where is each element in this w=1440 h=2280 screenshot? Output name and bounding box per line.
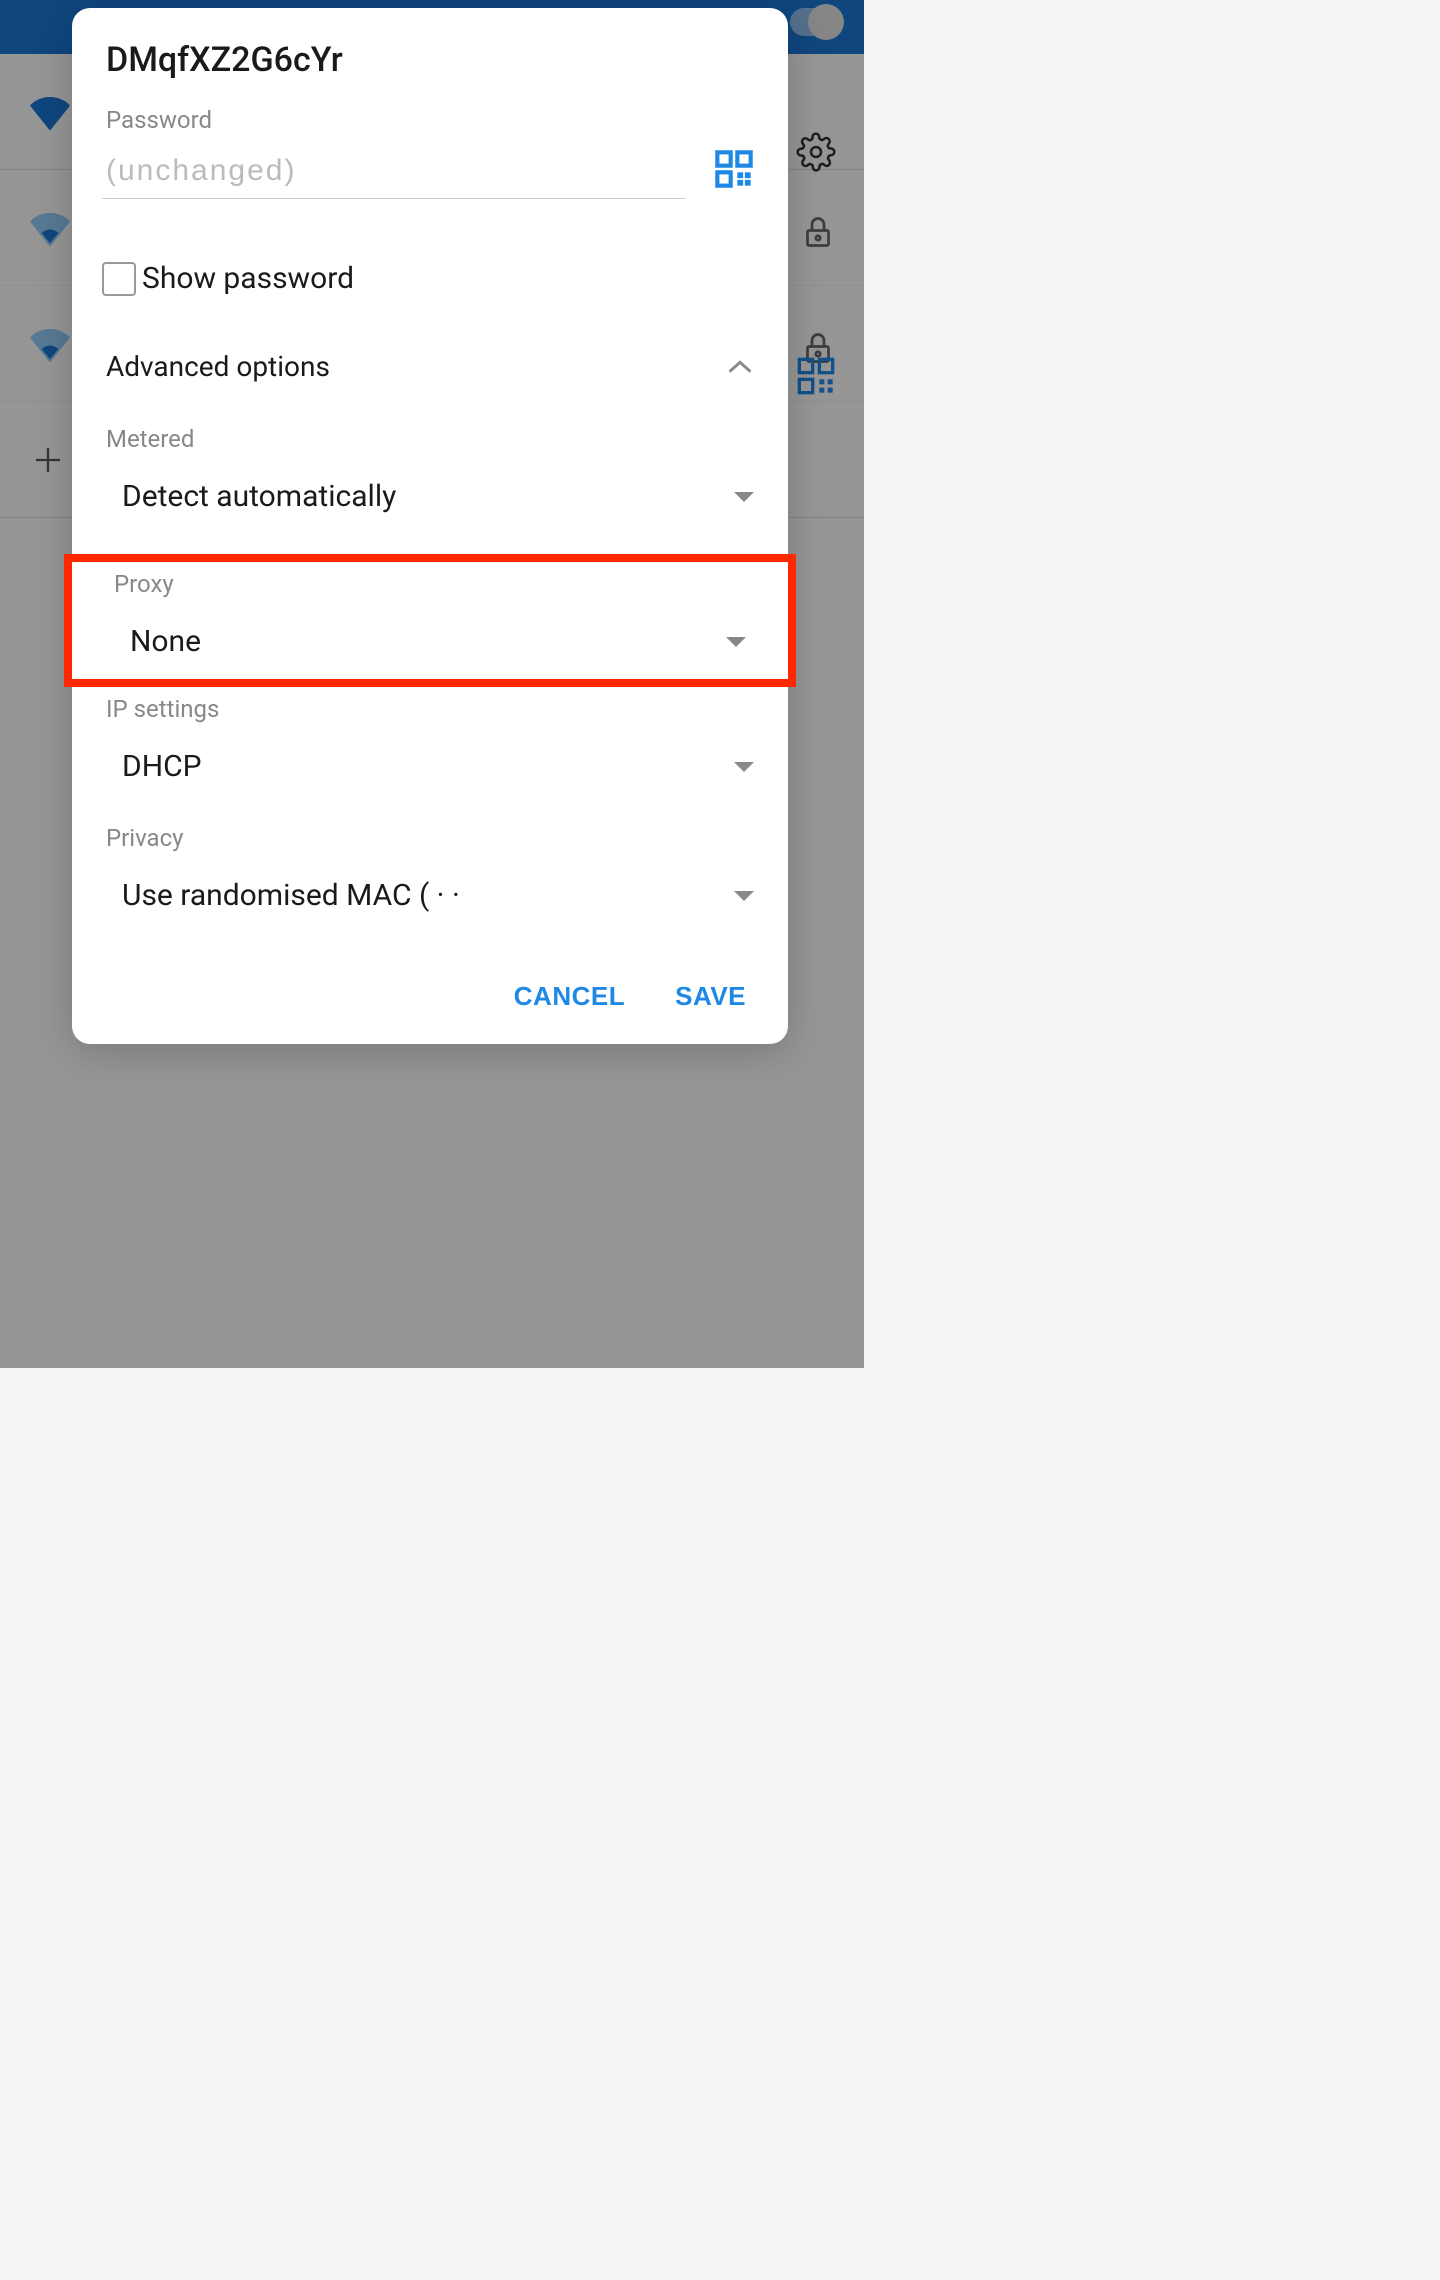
show-password-checkbox[interactable] (102, 262, 136, 296)
metered-value: Detect automatically (122, 479, 396, 514)
advanced-options-toggle[interactable]: Advanced options (72, 350, 788, 383)
privacy-section: Privacy Use randomised MAC ( · · (72, 824, 788, 925)
qr-code-icon[interactable] (714, 149, 754, 189)
password-label: Password (72, 106, 788, 134)
save-button[interactable]: SAVE (675, 981, 746, 1012)
ip-settings-value: DHCP (122, 749, 202, 784)
password-field[interactable] (102, 146, 686, 199)
chevron-down-icon (734, 891, 754, 901)
metered-section: Metered Detect automatically (72, 425, 788, 526)
proxy-section-highlighted: Proxy None (64, 554, 796, 687)
chevron-up-icon (726, 359, 754, 375)
chevron-down-icon (726, 637, 746, 647)
ip-settings-label: IP settings (72, 695, 788, 723)
proxy-dropdown[interactable]: None (80, 612, 780, 671)
cancel-button[interactable]: CANCEL (514, 981, 625, 1012)
ip-settings-section: IP settings DHCP (72, 695, 788, 796)
metered-label: Metered (72, 425, 788, 453)
ip-settings-dropdown[interactable]: DHCP (72, 737, 788, 796)
dialog-title: DMqfXZ2G6cYr (72, 40, 788, 80)
chevron-down-icon (734, 762, 754, 772)
show-password-label: Show password (142, 261, 354, 296)
dialog-actions: CANCEL SAVE (72, 953, 788, 1020)
privacy-label: Privacy (72, 824, 788, 852)
wifi-edit-dialog: DMqfXZ2G6cYr Password Show password Adva… (72, 8, 788, 1044)
chevron-down-icon (734, 492, 754, 502)
privacy-dropdown[interactable]: Use randomised MAC ( · · (72, 866, 788, 925)
metered-dropdown[interactable]: Detect automatically (72, 467, 788, 526)
privacy-value: Use randomised MAC ( · · (122, 878, 460, 913)
show-password-row[interactable]: Show password (72, 261, 788, 296)
proxy-label: Proxy (80, 570, 780, 598)
advanced-options-label: Advanced options (106, 350, 330, 383)
proxy-value: None (130, 624, 201, 659)
